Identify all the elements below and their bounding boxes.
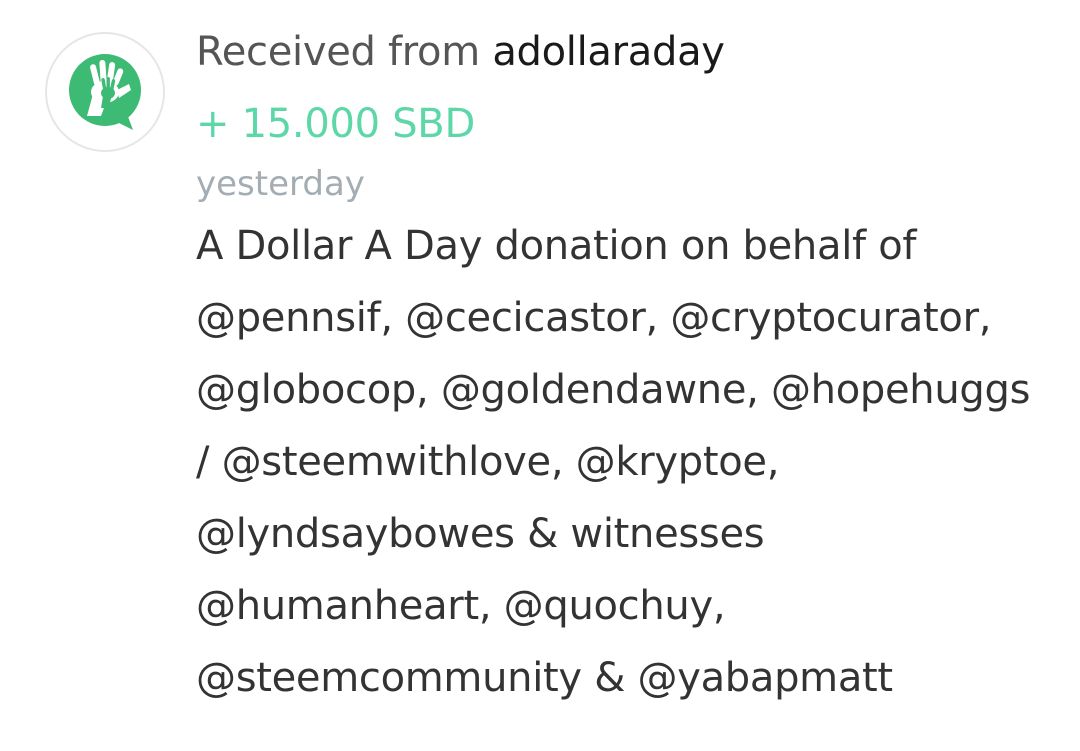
memo-line: @steemcommunity & @yabapmatt (196, 655, 893, 701)
memo-line: / @steemwithlove, @kryptoe, (196, 439, 780, 485)
transaction-time: yesterday (196, 164, 365, 204)
memo-line: @pennsif, @cecicastor, @cryptocurator, (196, 295, 992, 341)
transaction-title: Received from adollaraday (196, 26, 1056, 78)
title-prefix: Received from (196, 29, 480, 75)
transaction-memo: A Dollar A Day donation on behalf of @pe… (196, 210, 1056, 714)
transaction-content: Received from adollaraday + 15.000 SBD y… (196, 26, 1056, 714)
sender-name[interactable]: adollaraday (492, 29, 725, 75)
memo-line: @globocop, @goldendawne, @hopehuggs (196, 367, 1031, 413)
avatar[interactable] (45, 32, 165, 152)
adollaraday-hand-icon (69, 54, 141, 130)
memo-line: @humanheart, @quochuy, (196, 583, 726, 629)
transaction-amount: + 15.000 SBD (196, 101, 475, 147)
memo-line: @lyndsaybowes & witnesses (196, 511, 765, 557)
memo-line: A Dollar A Day donation on behalf of (196, 223, 917, 269)
